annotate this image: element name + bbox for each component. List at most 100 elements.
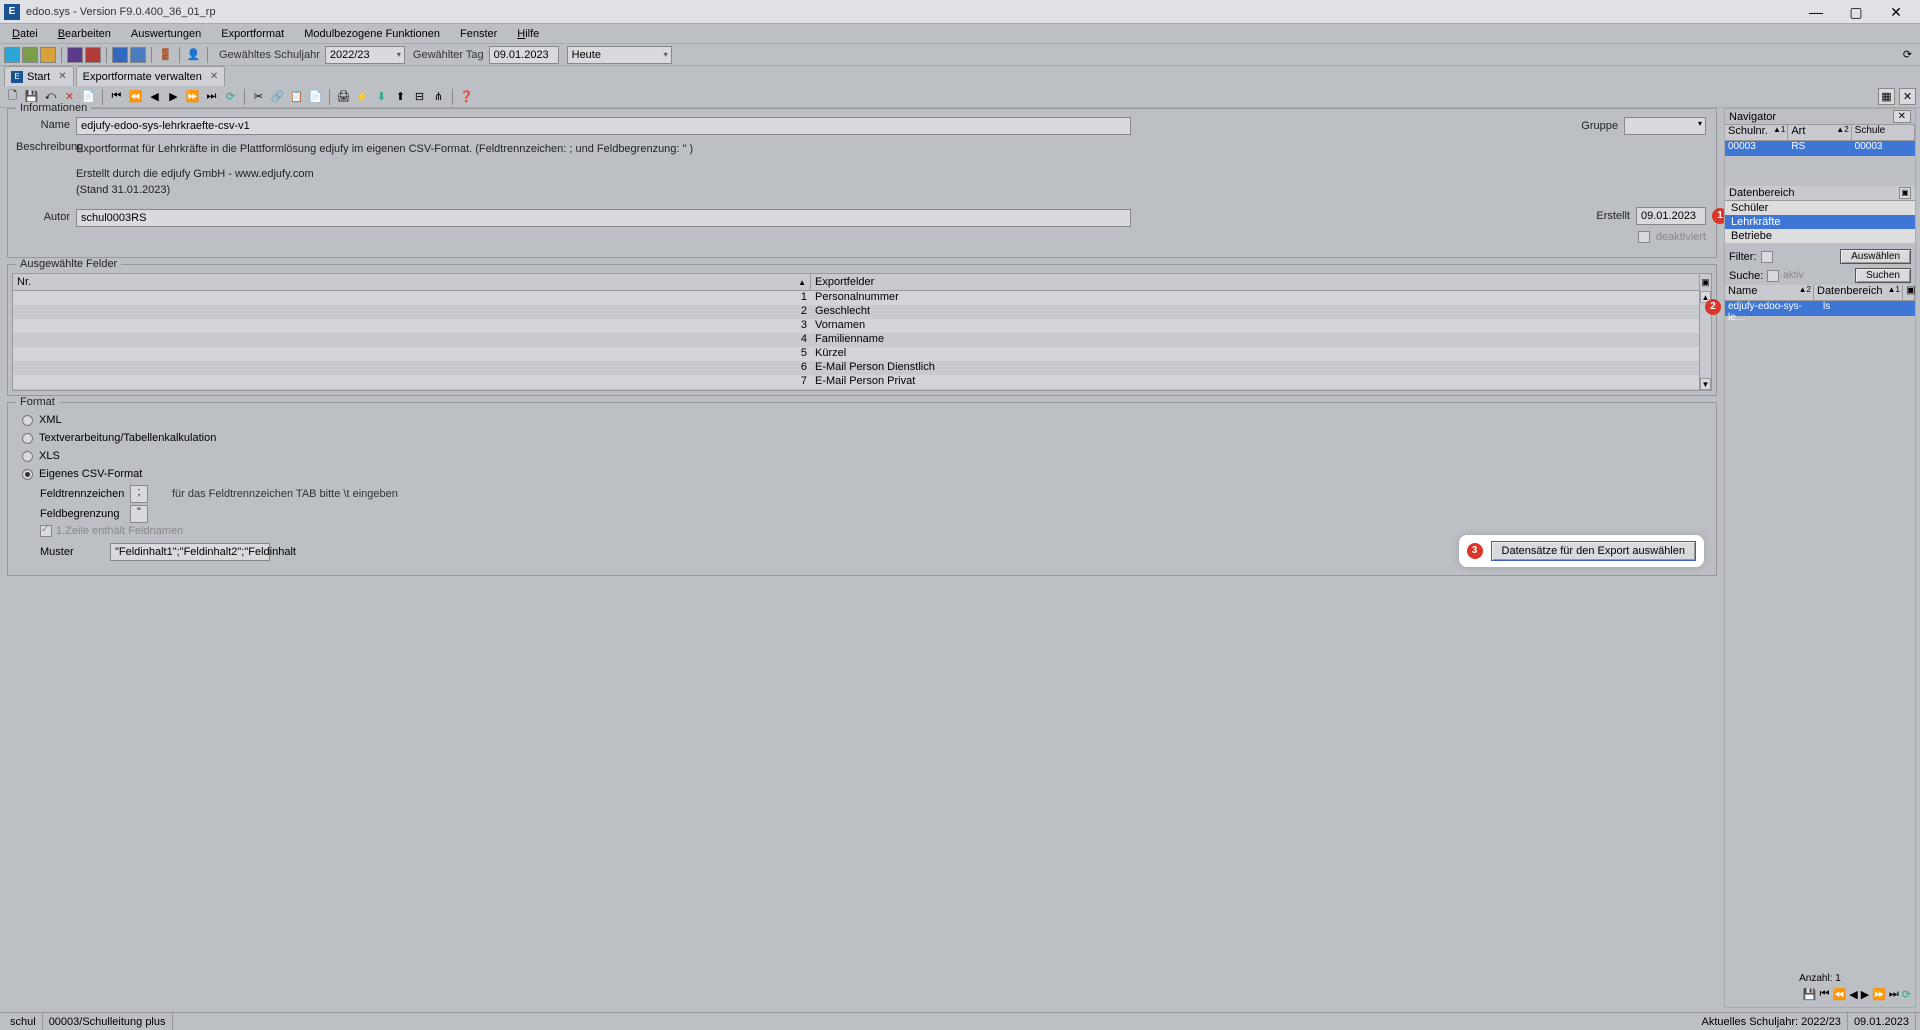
tab-start-close[interactable]: ✕	[58, 71, 66, 82]
tb-icon-5[interactable]	[85, 47, 101, 63]
nav-datenbereich-btn[interactable]: ▣	[1899, 187, 1911, 199]
deaktiviert-checkbox[interactable]	[1638, 231, 1650, 243]
nav-auswaehlen-button[interactable]: Auswählen	[1840, 249, 1911, 264]
tb-icon-door[interactable]: 🚪	[157, 46, 174, 63]
nav-next-icon[interactable]: ▶	[165, 88, 182, 105]
nav-res-col-db[interactable]: Datenbereich▲1	[1814, 285, 1903, 300]
nav-refresh-icon[interactable]: ⟳	[1902, 988, 1911, 1001]
scroll-down-icon[interactable]: ▼	[1700, 378, 1711, 390]
schuljahr-combo[interactable]: 2022/23	[325, 46, 405, 64]
nav-prev-icon[interactable]: ◀	[1849, 988, 1857, 1001]
gruppe-combo[interactable]	[1624, 117, 1706, 135]
tb-icon-4[interactable]	[67, 47, 83, 63]
nav-item-lehrkraefte[interactable]: Lehrkräfte	[1725, 215, 1915, 229]
maximize-button[interactable]: ▢	[1836, 0, 1876, 24]
nav-school-row[interactable]: 00003 RS 00003	[1725, 141, 1915, 156]
radio-xml[interactable]	[22, 415, 33, 426]
col-exportfelder[interactable]: Exportfelder	[811, 274, 1711, 290]
tb-icon-1[interactable]	[4, 47, 20, 63]
nav-nextfast-icon[interactable]: ⏩	[184, 88, 201, 105]
tb-icon-user[interactable]: 👤	[185, 46, 202, 63]
radio-text-row[interactable]: Textverarbeitung/Tabellenkalkulation	[16, 429, 1708, 447]
menu-bearbeiten[interactable]: Bearbeiten	[50, 26, 119, 42]
table-row[interactable]: 4Familienname	[13, 333, 1699, 347]
nav-result-row[interactable]: edjufy-edoo-sys-le… ls	[1725, 301, 1915, 316]
paste-icon[interactable]: 📄	[307, 88, 324, 105]
cut-icon[interactable]: ✂	[250, 88, 267, 105]
erstellt-input[interactable]: 09.01.2023	[1636, 207, 1706, 225]
panel-close-icon[interactable]: ✕	[1899, 88, 1916, 105]
nav-first-icon[interactable]: ⏮	[108, 88, 125, 105]
table-row[interactable]: 7E-Mail Person Privat	[13, 375, 1699, 389]
export-icon[interactable]: ⬇	[373, 88, 390, 105]
nav-item-schueler[interactable]: Schüler	[1725, 201, 1915, 215]
nav-res-col-name[interactable]: Name▲2	[1725, 285, 1814, 300]
tb-icon-7[interactable]	[130, 47, 146, 63]
tree-icon[interactable]: ⊟	[411, 88, 428, 105]
tb-icon-3[interactable]	[40, 47, 56, 63]
menu-exportformat[interactable]: Exportformat	[213, 26, 292, 42]
print-icon[interactable]: 🖨	[335, 88, 352, 105]
table-row[interactable]: 6E-Mail Person Dienstlich	[13, 361, 1699, 375]
menu-auswertungen[interactable]: Auswertungen	[123, 26, 209, 42]
tb-icon-6[interactable]	[112, 47, 128, 63]
panel-toggle-icon[interactable]: ▦	[1878, 88, 1895, 105]
tab-export-close[interactable]: ✕	[210, 71, 218, 82]
flash-icon[interactable]: ⚡	[354, 88, 371, 105]
radio-csv-row[interactable]: Eigenes CSV-Format	[16, 465, 1708, 483]
close-button[interactable]: ✕	[1876, 0, 1916, 24]
table-corner-btn[interactable]: ▣	[1699, 274, 1711, 291]
share-icon[interactable]: ⋔	[430, 88, 447, 105]
link-icon[interactable]: 🔗	[269, 88, 286, 105]
feldtrenn-input[interactable]: ;	[130, 485, 148, 503]
zeile1-checkbox[interactable]: ✓	[40, 525, 52, 537]
menu-modulbezogen[interactable]: Modulbezogene Funktionen	[296, 26, 448, 42]
col-nr[interactable]: Nr.▲	[13, 274, 811, 290]
table-row[interactable]: 2Geschlecht	[13, 305, 1699, 319]
tb-icon-refresh[interactable]: ⟳	[1899, 46, 1916, 63]
nav-item-betriebe[interactable]: Betriebe	[1725, 229, 1915, 243]
nav-last-icon[interactable]: ⏭	[203, 88, 220, 105]
menu-datei[interactable]: Datei	[4, 26, 46, 42]
navigator-close-icon[interactable]: ✕	[1893, 110, 1911, 123]
nav-aktiv-checkbox[interactable]	[1767, 270, 1779, 282]
radio-csv[interactable]	[22, 469, 33, 480]
nav-prev-icon[interactable]: ◀	[146, 88, 163, 105]
menu-hilfe[interactable]: Hilfe	[509, 26, 547, 42]
feldbegr-input[interactable]: "	[130, 505, 148, 523]
tab-exportformate[interactable]: Exportformate verwalten ✕	[76, 66, 226, 86]
nav-res-corner[interactable]: ▣	[1903, 285, 1915, 300]
nav-first-icon[interactable]: ⏮	[1820, 988, 1830, 1001]
copy2-icon[interactable]: 📋	[288, 88, 305, 105]
nav-nextfast-icon[interactable]: ⏩	[1872, 988, 1886, 1001]
export-select-button[interactable]: Datensätze für den Export auswählen	[1491, 541, 1696, 561]
import-icon[interactable]: ⬆	[392, 88, 409, 105]
nav-col-schulnr[interactable]: Schulnr.▲1	[1725, 125, 1788, 140]
nav-suchen-button[interactable]: Suchen	[1855, 268, 1911, 283]
radio-xls-row[interactable]: XLS	[16, 447, 1708, 465]
muster-input[interactable]: "Feldinhalt1";"Feldinhalt2";"Feldinhalt	[110, 543, 270, 561]
nav-filter-checkbox[interactable]	[1761, 251, 1773, 263]
help-icon[interactable]: ❓	[458, 88, 475, 105]
table-row[interactable]: 5Kürzel	[13, 347, 1699, 361]
tb-icon-2[interactable]	[22, 47, 38, 63]
minimize-button[interactable]: —	[1796, 0, 1836, 24]
nav-col-schule[interactable]: Schule	[1852, 125, 1915, 140]
nav-next-icon[interactable]: ▶	[1861, 988, 1869, 1001]
autor-input[interactable]: schul0003RS	[76, 209, 1131, 227]
heute-combo[interactable]: Heute	[567, 46, 672, 64]
nav-col-art[interactable]: Art▲2	[1788, 125, 1851, 140]
radio-xml-row[interactable]: XML	[16, 411, 1708, 429]
tag-input[interactable]: 09.01.2023	[489, 46, 559, 64]
table-row[interactable]: 3Vornamen	[13, 319, 1699, 333]
table-row[interactable]: 1Personalnummer	[13, 291, 1699, 305]
nav-prevfast-icon[interactable]: ⏪	[1833, 988, 1847, 1001]
name-input[interactable]: edjufy-edoo-sys-lehrkraefte-csv-v1	[76, 117, 1131, 135]
radio-xls[interactable]	[22, 451, 33, 462]
radio-text[interactable]	[22, 433, 33, 444]
refresh-icon[interactable]: ⟳	[222, 88, 239, 105]
nav-prevfast-icon[interactable]: ⏪	[127, 88, 144, 105]
nav-footer-save-icon[interactable]: 💾	[1803, 988, 1817, 1001]
tab-start[interactable]: E Start ✕	[4, 66, 74, 86]
menu-fenster[interactable]: Fenster	[452, 26, 505, 42]
